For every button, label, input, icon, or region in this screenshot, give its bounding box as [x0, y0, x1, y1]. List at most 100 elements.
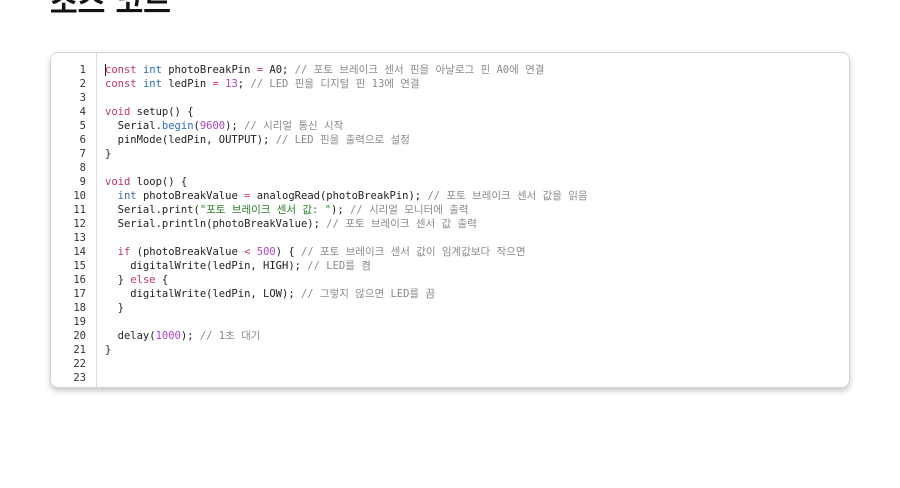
code-token-comment: // 포토 브레이크 센서 값 출력	[326, 218, 477, 230]
code-token-number: 500	[256, 246, 276, 258]
code-line: Serial.print("포토 브레이크 센서 값: "); // 시리얼 모…	[105, 203, 849, 217]
code-token-comment: // LED 핀을 디지털 핀 13에 연결	[250, 78, 420, 90]
code-token-plain: photoBreakValue	[136, 190, 245, 202]
code-token-plain: photoBreakPin	[161, 64, 257, 76]
code-token-comment: // 시리얼 통신 시작	[244, 120, 344, 132]
line-number: 16	[73, 274, 86, 286]
code-token-type: int	[142, 64, 162, 76]
line-number: 3	[79, 92, 86, 104]
code-line: int photoBreakValue = analogRead(photoBr…	[105, 189, 849, 203]
code-line: }	[105, 301, 849, 315]
line-number: 14	[73, 246, 86, 258]
code-token-keyword: const	[105, 78, 137, 90]
code-token-keyword: else	[130, 274, 156, 286]
line-number: 11	[73, 204, 86, 216]
code-line: void setup() {	[105, 105, 849, 119]
code-line: pinMode(ledPin, OUTPUT); // LED 핀을 출력으로 …	[105, 133, 849, 147]
line-number: 13	[73, 232, 86, 244]
line-number: 15	[73, 260, 86, 272]
code-token-plain: }	[105, 274, 131, 286]
line-number: 17	[73, 288, 86, 300]
line-number: 12	[73, 218, 86, 230]
code-line: void loop() {	[105, 175, 849, 189]
code-token-number: 1000	[155, 330, 181, 342]
code-token-plain: analogRead(photoBreakPin);	[250, 190, 428, 202]
code-token-plain: }	[105, 344, 112, 356]
code-token-plain: }	[105, 302, 124, 314]
code-token-type: int	[142, 78, 162, 90]
line-number: 1	[79, 64, 86, 76]
code-token-plain: setup() {	[130, 106, 194, 118]
code-token-keyword: if	[117, 246, 131, 258]
line-number: 10	[73, 190, 86, 202]
code-line: const int ledPin = 13; // LED 핀을 디지털 핀 1…	[105, 77, 849, 91]
code-line: }	[105, 147, 849, 161]
line-number: 22	[73, 358, 86, 370]
code-token-plain: ) {	[275, 246, 302, 258]
code-line: } else {	[105, 273, 849, 287]
code-token-plain: ;	[237, 78, 251, 90]
code-token-comment: // 1초 대기	[199, 330, 261, 342]
text-cursor	[105, 64, 106, 76]
code-token-comment: // LED를 켬	[307, 260, 371, 272]
line-number: 4	[79, 106, 86, 118]
line-number: 9	[79, 176, 86, 188]
line-number: 23	[73, 372, 86, 384]
code-token-plain: A0;	[263, 64, 295, 76]
code-token-plain: );	[225, 120, 245, 132]
line-number: 21	[73, 344, 86, 356]
code-token-plain: }	[105, 148, 112, 160]
code-token-plain: ledPin	[161, 78, 213, 90]
code-token-plain: delay(	[105, 330, 156, 342]
code-token-type: int	[117, 190, 137, 202]
code-token-keyword: void	[105, 106, 131, 118]
code-token-function: begin	[161, 120, 194, 132]
line-number: 2	[79, 78, 86, 90]
code-line: const int photoBreakPin = A0; // 포토 브레이크…	[105, 63, 849, 77]
code-line: Serial.begin(9600); // 시리얼 통신 시작	[105, 119, 849, 133]
code-token-plain: );	[331, 204, 350, 216]
line-number: 8	[79, 162, 86, 174]
code-line: }	[105, 343, 849, 357]
code-token-plain: (photoBreakValue	[130, 246, 245, 258]
code-token-plain: );	[180, 330, 200, 342]
code-token-number: 9600	[199, 120, 226, 132]
line-number-gutter: 1 2 3 4 5 6 7 8 9 10 11 12 13 14 15 16 17 18 19 20 21 22 23	[51, 53, 97, 387]
line-number: 7	[79, 148, 86, 160]
code-token-plain: pinMode(ledPin, OUTPUT);	[105, 134, 276, 146]
code-line: digitalWrite(ledPin, LOW); // 그렇지 않으면 LE…	[105, 287, 849, 301]
code-token-plain: Serial.print(	[105, 204, 200, 216]
line-number: 5	[79, 120, 86, 132]
code-token-plain: Serial.println(photoBreakValue);	[105, 218, 327, 230]
code-token-comment: // 그렇지 않으면 LED를 끔	[300, 288, 436, 300]
code-token-plain: loop() {	[130, 176, 188, 188]
code-line: if (photoBreakValue < 500) { // 포토 브레이크 …	[105, 245, 849, 259]
code-line: delay(1000); // 1초 대기	[105, 329, 849, 343]
code-token-keyword: void	[105, 176, 131, 188]
line-number: 6	[79, 134, 86, 146]
code-token-plain: {	[155, 274, 169, 286]
code-token-plain: digitalWrite(ledPin, LOW);	[105, 288, 301, 300]
code-editor[interactable]: 1 2 3 4 5 6 7 8 9 10 11 12 13 14 15 16 17 18 19 20 21 22 23 co…	[50, 52, 850, 388]
code-line: Serial.println(photoBreakValue); // 포토 브…	[105, 217, 849, 231]
line-number: 18	[73, 302, 86, 314]
line-number: 19	[73, 316, 86, 328]
code-token-comment: // LED 핀을 출력으로 설정	[275, 134, 410, 146]
code-token-comment: // 포토 브레이크 센서 값이 임계값보다 작으면	[301, 246, 526, 258]
code-token-plain: digitalWrite(ledPin, HIGH);	[105, 260, 308, 272]
code-text-area[interactable]: const int photoBreakPin = A0; // 포토 브레이크…	[105, 63, 849, 387]
code-token-comment: // 포토 브레이크 센서 핀을 아날로그 핀 A0에 연결	[294, 64, 545, 76]
line-number: 20	[73, 330, 86, 342]
code-token-comment: // 포토 브레이크 센서 값을 읽음	[427, 190, 588, 202]
code-token-number: 13	[225, 78, 238, 90]
code-line: digitalWrite(ledPin, HIGH); // LED를 켬	[105, 259, 849, 273]
code-token-plain: Serial.	[105, 120, 162, 132]
